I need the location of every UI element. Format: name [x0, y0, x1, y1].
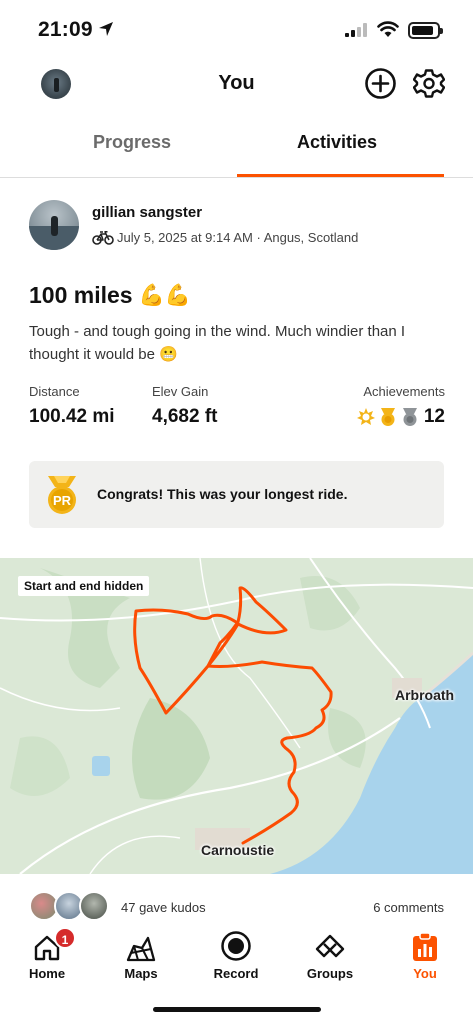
pr-medal-icon: PR [48, 476, 76, 514]
avatar [79, 891, 109, 921]
athlete-header[interactable]: gillian sangster July 5, 2025 at 9:14 AM… [29, 200, 449, 252]
activity-title[interactable]: 100 miles [29, 282, 133, 309]
place-label: Arbroath [395, 687, 455, 703]
gold-medal-icon [380, 408, 395, 426]
place-label: Carnoustie [201, 842, 275, 858]
home-indicator [153, 1007, 321, 1012]
activity-stats: Distance 100.42 mi Elev Gain 4,682 ft Ac… [29, 384, 445, 434]
elevation-value: 4,682 ft [152, 406, 218, 427]
nav-home-label: Home [28, 966, 66, 981]
battery-icon [408, 22, 443, 39]
tab-progress[interactable]: Progress [93, 132, 171, 153]
route-map[interactable]: Start and end hidden Arbroath Carnoustie [0, 558, 473, 874]
notification-badge: 1 [54, 927, 76, 949]
cellular-signal-icon [345, 23, 367, 37]
page-title: You [218, 72, 255, 94]
tab-bar: Progress Activities [0, 118, 473, 178]
comments-count[interactable]: 6 comments [373, 900, 444, 915]
silver-medal-icon [402, 408, 417, 426]
wifi-icon [377, 21, 399, 37]
add-icon[interactable] [364, 67, 397, 100]
groups-icon [315, 934, 345, 958]
record-icon [221, 931, 251, 961]
flexed-biceps-emoji: 💪💪 [138, 283, 191, 307]
active-tab-indicator [237, 174, 444, 177]
pr-badge-text: PR [53, 493, 72, 508]
status-time: 21:09 [38, 18, 93, 41]
stat-distance: Distance 100.42 mi [29, 384, 115, 428]
athlete-avatar[interactable] [29, 200, 79, 250]
activity-title-row: 100 miles 💪💪 [29, 282, 191, 309]
map-privacy-label: Start and end hidden [18, 576, 150, 596]
stat-elevation: Elev Gain 4,682 ft [152, 384, 217, 428]
nav-home[interactable]: 1 Home [0, 924, 94, 981]
nav-maps[interactable]: Maps [94, 924, 188, 981]
activity-description: Tough - and tough going in the wind. Muc… [29, 323, 406, 363]
achievement-star-icon [356, 408, 375, 425]
stat-achievements[interactable]: Achievements 12 [356, 384, 445, 428]
bottom-nav: 1 Home Maps Record Groups You [0, 924, 473, 990]
map-background [0, 558, 473, 874]
nav-record-label: Record [213, 966, 259, 981]
bike-icon [92, 231, 114, 245]
pr-banner-text: Congrats! This was your longest ride. [97, 486, 348, 502]
distance-value: 100.42 mi [29, 406, 115, 427]
you-clipboard-icon [413, 932, 437, 961]
pr-banner[interactable]: PR Congrats! This was your longest ride. [29, 461, 444, 528]
kudos-row[interactable]: 47 gave kudos 6 comments [29, 890, 444, 924]
achievements-label: Achievements [363, 384, 445, 399]
status-bar: 21:09 [0, 0, 473, 56]
nav-groups-label: Groups [306, 966, 354, 981]
top-nav: You [0, 62, 473, 108]
distance-label: Distance [29, 384, 80, 399]
nav-record[interactable]: Record [189, 924, 283, 981]
nav-groups[interactable]: Groups [283, 924, 377, 981]
location-arrow-icon [99, 22, 113, 36]
kudos-count[interactable]: 47 gave kudos [121, 900, 206, 915]
kudos-avatars[interactable] [29, 891, 113, 921]
nav-you[interactable]: You [378, 924, 472, 981]
achievements-count: 12 [423, 406, 445, 427]
athlete-name[interactable]: gillian sangster [92, 204, 202, 221]
nav-maps-label: Maps [124, 966, 158, 981]
elevation-label: Elev Gain [152, 384, 209, 399]
settings-gear-icon[interactable] [413, 67, 445, 100]
tab-activities[interactable]: Activities [297, 132, 377, 153]
maps-icon [126, 936, 156, 962]
activity-meta: July 5, 2025 at 9:14 AM · Angus, Scotlan… [117, 230, 359, 245]
nav-you-label: You [413, 966, 437, 981]
